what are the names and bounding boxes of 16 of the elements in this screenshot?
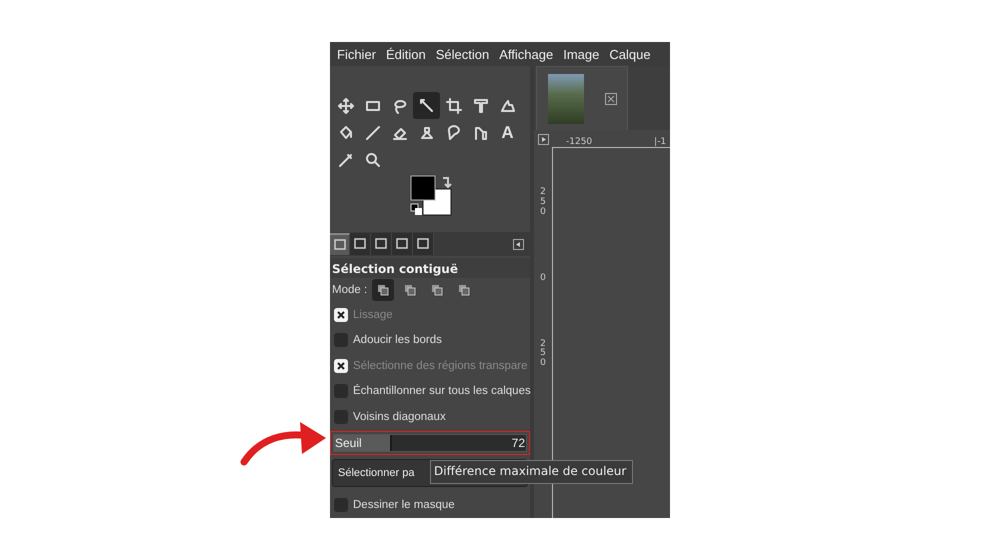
checkbox-label: Échantillonner sur tous les calques [353,385,531,398]
ruler-label: 0 [539,274,547,284]
ruler-label: -1250 [566,136,592,146]
checkbox-label: Dessiner le masque [353,499,455,512]
tooltip: Différence maximale de couleur [430,460,633,484]
panel-title: Sélection contiguë [330,258,530,278]
ruler-label: |-1 [654,136,666,146]
mode-label: Mode : [332,284,368,296]
checkbox-label: Voisins diagonaux [353,410,446,423]
checkbox-label: Adoucir les bords [353,334,442,346]
ruler-label: 250 [539,188,547,218]
checkbox-label: Lissage [353,308,393,321]
checkbox-label: Sélectionne des régions transpare [353,360,528,372]
slider-label: Seuil [334,436,363,450]
slider-value: 72 [510,436,526,450]
ruler-label: 250 [539,340,547,370]
